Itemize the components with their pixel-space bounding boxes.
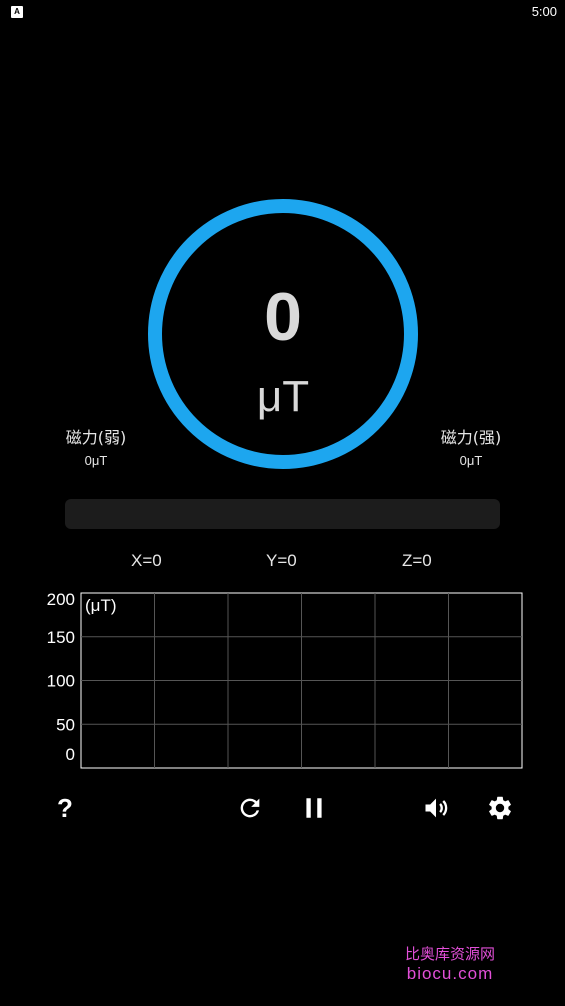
strong-magnetism-label: 磁力(强) 0μT — [431, 428, 511, 470]
chart-unit-label: (μT) — [85, 596, 117, 615]
chart-y-tick-label: 100 — [47, 672, 75, 691]
strong-value: 0μT — [459, 453, 483, 468]
weak-title: 磁力(弱) — [65, 428, 127, 447]
status-bar: A 5:00 — [0, 0, 565, 24]
sound-button[interactable] — [418, 790, 454, 826]
pause-button[interactable] — [296, 790, 332, 826]
watermark: 比奥库资源网 biocu.com — [388, 944, 512, 984]
history-chart-svg: 200 150 100 50 0 (μT) — [47, 590, 523, 769]
chart-y-tick-label: 50 — [56, 715, 75, 734]
weak-value: 0μT — [84, 453, 108, 468]
help-button[interactable]: ? — [47, 790, 83, 826]
x-axis-value: X=0 — [131, 551, 162, 570]
pause-icon — [306, 798, 322, 818]
app-notification-icon: A — [11, 6, 23, 18]
magnetic-gauge: 0 μT — [148, 199, 418, 469]
strength-progress-bar — [65, 499, 500, 529]
refresh-button[interactable] — [232, 790, 268, 826]
watermark-line2: biocu.com — [406, 964, 494, 983]
chart-y-tick-label: 200 — [47, 590, 75, 609]
weak-magnetism-label: 磁力(弱) 0μT — [56, 428, 136, 470]
status-time: 5:00 — [531, 4, 557, 19]
z-axis-value: Z=0 — [402, 551, 432, 570]
refresh-icon — [240, 798, 260, 818]
history-chart: 200 150 100 50 0 (μT) — [30, 590, 530, 775]
chart-y-tick-label: 0 — [66, 745, 75, 764]
volume-icon — [425, 798, 448, 818]
watermark-line1: 比奥库资源网 — [404, 945, 495, 963]
settings-icon — [489, 796, 511, 820]
settings-button[interactable] — [482, 790, 518, 826]
y-axis-value: Y=0 — [266, 551, 297, 570]
strong-title: 磁力(强) — [440, 428, 502, 447]
help-icon: ? — [57, 792, 73, 823]
chart-y-tick-label: 150 — [47, 628, 75, 647]
gauge-value: 0 — [264, 279, 302, 355]
gauge-unit: μT — [256, 372, 310, 421]
